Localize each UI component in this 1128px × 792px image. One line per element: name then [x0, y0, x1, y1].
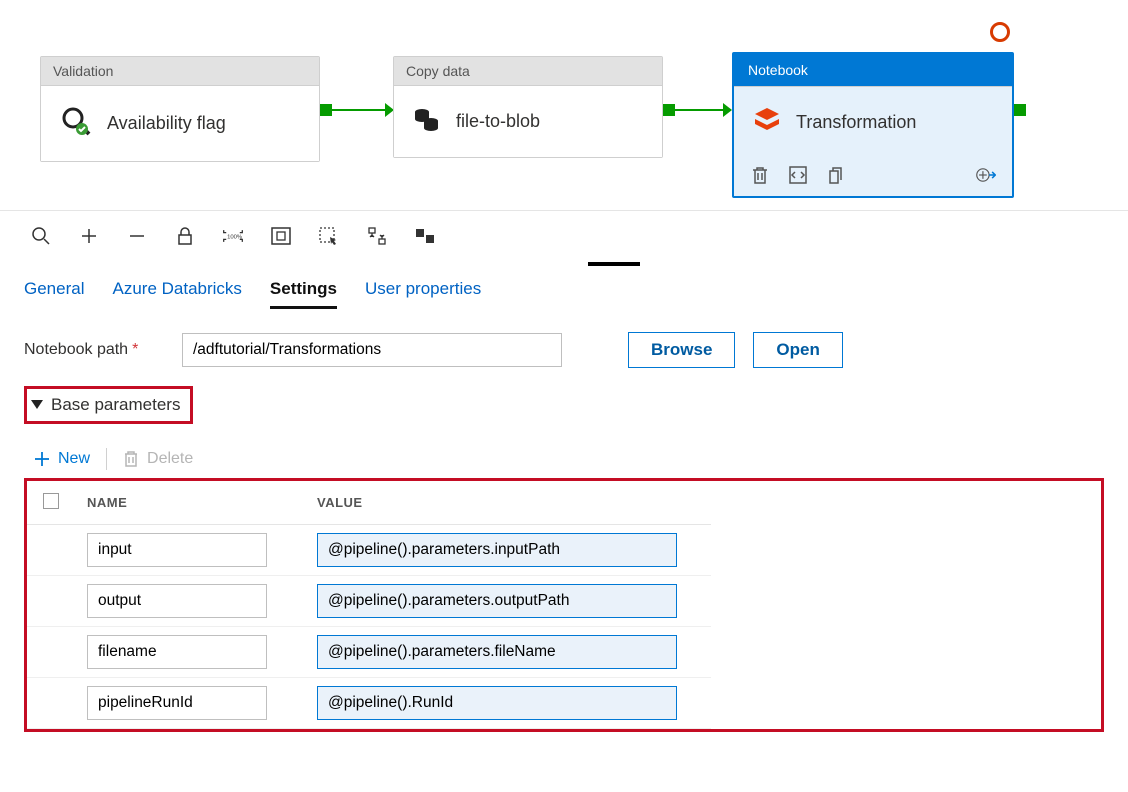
databricks-icon [752, 105, 782, 140]
open-button[interactable]: Open [753, 332, 842, 368]
lock-icon[interactable] [174, 225, 196, 247]
connector-success [663, 108, 732, 112]
activity-type-label: Copy data [394, 57, 662, 86]
param-value-input[interactable] [317, 584, 677, 618]
auto-layout-icon[interactable] [366, 225, 388, 247]
activity-title: Availability flag [107, 113, 226, 134]
activity-node-copy[interactable]: Copy data file-to-blob [393, 56, 663, 158]
activity-title: Transformation [796, 112, 916, 133]
activity-type-label: Validation [41, 57, 319, 86]
add-output-icon[interactable] [976, 164, 996, 186]
params-toolbar: New Delete [34, 448, 1104, 470]
pipeline-canvas[interactable]: Validation Availability flag Copy data f… [0, 0, 1128, 210]
activity-title: file-to-blob [456, 111, 540, 132]
base-parameters-toggle[interactable]: Base parameters [24, 386, 193, 424]
zoom-out-icon[interactable] [126, 225, 148, 247]
settings-panel: Notebook path* Browse Open Base paramete… [0, 310, 1128, 762]
param-row [27, 627, 711, 678]
select-area-icon[interactable] [318, 225, 340, 247]
browse-button[interactable]: Browse [628, 332, 735, 368]
tab-settings[interactable]: Settings [270, 273, 337, 309]
database-copy-icon [412, 104, 442, 139]
param-row [27, 678, 711, 729]
param-name-input[interactable] [87, 533, 267, 567]
node-action-bar [734, 158, 1012, 196]
notebook-path-row: Notebook path* Browse Open [24, 332, 1104, 368]
param-name-input[interactable] [87, 635, 267, 669]
tab-azure-databricks[interactable]: Azure Databricks [112, 273, 241, 309]
activity-type-label: Notebook [734, 54, 1012, 87]
delete-parameter-button: Delete [123, 450, 193, 468]
code-icon[interactable] [788, 164, 808, 186]
fit-screen-icon[interactable] [270, 225, 292, 247]
tab-user-properties[interactable]: User properties [365, 273, 481, 309]
status-indicator [990, 22, 1010, 42]
param-value-input[interactable] [317, 635, 677, 669]
search-check-icon [59, 104, 93, 143]
tab-general[interactable]: General [24, 273, 84, 309]
zoom-100-icon[interactable]: 100% [222, 225, 244, 247]
collapse-triangle-icon [31, 400, 43, 409]
param-name-input[interactable] [87, 584, 267, 618]
output-handle[interactable] [1014, 104, 1026, 116]
param-value-input[interactable] [317, 686, 677, 720]
param-row [27, 525, 711, 576]
new-parameter-button[interactable]: New [34, 450, 90, 468]
tab-underline-accent [588, 262, 640, 266]
search-icon[interactable] [30, 225, 52, 247]
activity-node-validation[interactable]: Validation Availability flag [40, 56, 320, 162]
trash-icon [123, 450, 139, 468]
param-name-input[interactable] [87, 686, 267, 720]
svg-text:100%: 100% [227, 235, 243, 241]
parameters-grid: NAME VALUE [24, 478, 1104, 732]
delete-icon[interactable] [750, 164, 770, 186]
canvas-toolbar: 100% [0, 210, 1128, 255]
col-header-name: NAME [77, 481, 307, 525]
separator [106, 448, 107, 470]
notebook-path-input[interactable] [182, 333, 562, 367]
align-icon[interactable] [414, 225, 436, 247]
connector-success [320, 108, 394, 112]
param-value-input[interactable] [317, 533, 677, 567]
col-header-value: VALUE [307, 481, 711, 525]
select-all-checkbox[interactable] [43, 493, 59, 509]
zoom-in-icon[interactable] [78, 225, 100, 247]
activity-node-notebook[interactable]: Notebook Transformation [732, 52, 1014, 198]
notebook-path-label: Notebook path* [24, 341, 164, 359]
copy-icon[interactable] [826, 164, 846, 186]
plus-icon [34, 451, 50, 467]
property-tabs: General Azure Databricks Settings User p… [0, 255, 1128, 310]
param-row [27, 576, 711, 627]
